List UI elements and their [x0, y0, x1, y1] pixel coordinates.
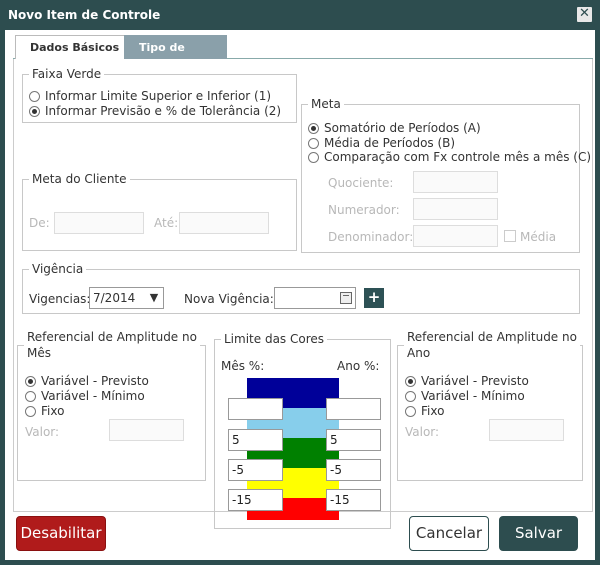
meta-option-b[interactable]: Média de Períodos (B)	[308, 136, 455, 150]
option-label: Informar Previsão e % de Tolerância (2)	[45, 104, 282, 118]
de-input[interactable]	[54, 212, 144, 234]
ref-ano-valor-input[interactable]	[489, 419, 564, 441]
media-checkbox[interactable]	[504, 230, 516, 242]
ref-mes-option-fixo[interactable]: Fixo	[25, 404, 64, 418]
ref-ano-option-previsto[interactable]: Variável - Previsto	[405, 374, 529, 388]
mes-limit-input-4[interactable]: -15	[228, 489, 283, 511]
ref-ano-valor-label: Valor:	[405, 425, 440, 439]
nova-vigencia-label: Nova Vigência:	[184, 292, 274, 306]
radio-selected-icon[interactable]	[405, 375, 416, 387]
denominador-label: Denominador:	[328, 230, 414, 244]
radio-selected-icon[interactable]	[29, 105, 40, 117]
ref-ano-option-minimo[interactable]: Variável - Mínimo	[405, 389, 525, 403]
de-label: De:	[29, 216, 50, 230]
option-label: Variável - Mínimo	[41, 389, 145, 403]
ref-mes-option-minimo[interactable]: Variável - Mínimo	[25, 389, 145, 403]
option-label: Comparação com Fx controle mês a mês (C)	[324, 150, 592, 164]
tab-dados-basicos[interactable]: Dados Básicos	[15, 35, 135, 59]
media-label: Média	[520, 230, 557, 244]
quociente-input[interactable]	[413, 171, 498, 193]
close-icon[interactable]: ✕	[577, 7, 592, 22]
mes-limit-input-1[interactable]	[228, 398, 283, 420]
ref-mes-valor-label: Valor:	[25, 425, 60, 439]
ano-limit-input-4[interactable]: -15	[326, 489, 381, 511]
ano-limit-input-1[interactable]	[326, 398, 381, 420]
add-vigencia-button[interactable]: +	[364, 288, 384, 308]
vigencias-label: Vigencias:	[29, 292, 91, 306]
ref-ano-option-fixo[interactable]: Fixo	[405, 404, 444, 418]
mes-limit-input-2[interactable]: 5	[228, 429, 283, 451]
save-button[interactable]: Salvar	[499, 516, 578, 551]
ano-limit-input-2[interactable]: 5	[326, 429, 381, 451]
meta-legend: Meta	[311, 97, 341, 111]
option-label: Variável - Mínimo	[421, 389, 525, 403]
calendar-icon[interactable]	[340, 292, 352, 304]
ano-limit-input-3[interactable]: -5	[326, 459, 381, 481]
ref-ano-legend-line2: Ano	[407, 346, 431, 360]
disable-button[interactable]: Desabilitar	[16, 516, 106, 551]
mes-limit-input-3[interactable]: -5	[228, 459, 283, 481]
ref-ano-legend-line1: Referencial de Amplitude no	[407, 330, 577, 344]
option-label: Somatório de Períodos (A)	[324, 121, 481, 135]
tab-tipo-de-item[interactable]: Tipo de Item	[124, 35, 227, 78]
numerador-label: Numerador:	[328, 203, 400, 217]
nova-vigencia-input[interactable]	[274, 287, 356, 309]
vigencias-select[interactable]: 7/2014 ▼	[89, 287, 164, 309]
meta-option-a[interactable]: Somatório de Períodos (A)	[308, 121, 481, 135]
ate-input[interactable]	[179, 212, 269, 234]
option-label: Fixo	[41, 404, 65, 418]
dialog: Novo Item de Controle ✕ Dados Básicos Ti…	[0, 0, 600, 565]
radio-icon[interactable]	[25, 390, 36, 402]
ref-mes-legend: Referencial de Amplitude no Mês	[24, 329, 200, 361]
meta-cliente-legend: Meta do Cliente	[32, 172, 127, 186]
radio-icon[interactable]	[25, 405, 36, 417]
numerador-input[interactable]	[413, 198, 498, 220]
denominador-input[interactable]	[413, 225, 498, 247]
vigencias-selected-value: 7/2014	[93, 291, 136, 305]
ate-label: Até:	[154, 216, 179, 230]
option-label: Fixo	[421, 404, 445, 418]
quociente-label: Quociente:	[328, 176, 394, 190]
radio-icon[interactable]	[308, 137, 319, 149]
ref-mes-valor-input[interactable]	[109, 419, 184, 441]
tab-bar: Dados Básicos Tipo de Item	[13, 35, 593, 78]
cancel-button[interactable]: Cancelar	[409, 516, 489, 551]
option-label: Variável - Previsto	[421, 374, 529, 388]
ref-ano-legend: Referencial de Amplitude no Ano	[404, 329, 580, 361]
option-label: Variável - Previsto	[41, 374, 149, 388]
mes-percent-label: Mês %:	[221, 359, 265, 373]
dialog-title: Novo Item de Controle	[8, 8, 161, 22]
radio-selected-icon[interactable]	[25, 375, 36, 387]
chevron-down-icon[interactable]: ▼	[145, 288, 163, 308]
option-label: Informar Limite Superior e Inferior (1)	[45, 89, 272, 103]
ref-mes-option-previsto[interactable]: Variável - Previsto	[25, 374, 149, 388]
radio-icon[interactable]	[29, 90, 40, 102]
radio-selected-icon[interactable]	[308, 122, 319, 134]
vigencia-legend: Vigência	[32, 262, 84, 276]
ref-mes-legend-line2: Mês	[27, 346, 51, 360]
tab-panel: Faixa Verde Informar Limite Superior e I…	[13, 59, 593, 529]
meta-option-c[interactable]: Comparação com Fx controle mês a mês (C)	[308, 150, 591, 164]
dialog-content: Dados Básicos Tipo de Item Faixa Verde I…	[5, 30, 595, 560]
ref-mes-legend-line1: Referencial de Amplitude no	[27, 330, 197, 344]
faixa-verde-legend: Faixa Verde	[32, 67, 102, 81]
limite-cores-legend: Limite das Cores	[224, 332, 325, 346]
faixa-verde-option-2[interactable]: Informar Previsão e % de Tolerância (2)	[29, 104, 281, 118]
radio-icon[interactable]	[405, 405, 416, 417]
ano-percent-label: Ano %:	[337, 359, 380, 373]
radio-icon[interactable]	[308, 151, 319, 163]
faixa-verde-option-1[interactable]: Informar Limite Superior e Inferior (1)	[29, 89, 271, 103]
option-label: Média de Períodos (B)	[324, 136, 456, 150]
radio-icon[interactable]	[405, 390, 416, 402]
